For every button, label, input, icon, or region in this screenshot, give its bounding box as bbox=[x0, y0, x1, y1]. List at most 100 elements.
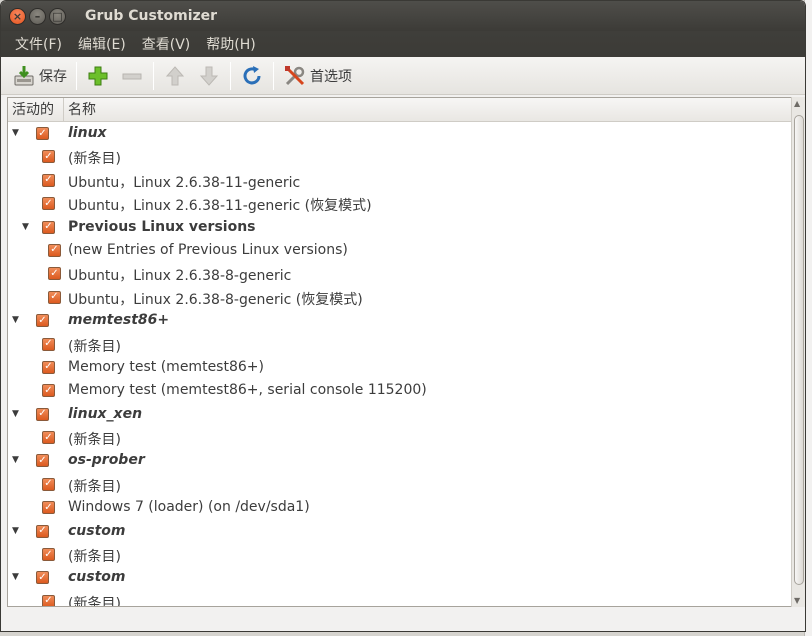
menu-view[interactable]: 查看(V) bbox=[134, 34, 199, 54]
active-checkbox[interactable]: ✓ bbox=[42, 220, 55, 234]
toolbar-separator bbox=[273, 61, 274, 90]
expander-arrow-icon[interactable]: ▼ bbox=[12, 526, 19, 536]
active-checkbox[interactable]: ✓ bbox=[42, 548, 55, 562]
entry-name: (新条目) bbox=[68, 595, 121, 607]
tree-row-script[interactable]: ▼ ✓ os-prober bbox=[8, 449, 792, 472]
expander-arrow-icon[interactable]: ▼ bbox=[12, 315, 19, 325]
entry-name: linux bbox=[68, 125, 107, 141]
menu-edit[interactable]: 编辑(E) bbox=[70, 34, 134, 54]
tree-row-entry[interactable]: ✓ Ubuntu，Linux 2.6.38-11-generic bbox=[8, 169, 792, 192]
entry-name: custom bbox=[68, 522, 126, 539]
tree-row-script[interactable]: ▼ ✓ linux_xen bbox=[8, 403, 792, 426]
add-icon bbox=[88, 66, 108, 85]
grub-customizer-window: × – □ Grub Customizer 文件(F) 编辑(E) 查看(V) … bbox=[0, 0, 806, 632]
toolbar: 保存 首选项 bbox=[1, 57, 805, 95]
entry-name: (new Entries of Previous Linux versions) bbox=[68, 241, 348, 258]
up-icon bbox=[165, 65, 185, 85]
title-bar: × – □ Grub Customizer bbox=[1, 1, 805, 31]
tree-header: 活动的 名称 bbox=[8, 98, 792, 122]
active-checkbox[interactable]: ✓ bbox=[36, 524, 49, 538]
tree-row-entry[interactable]: ✓ (新条目) bbox=[8, 590, 792, 607]
preferences-button[interactable]: 首选项 bbox=[278, 60, 357, 92]
active-checkbox[interactable]: ✓ bbox=[42, 360, 55, 374]
expander-arrow-icon[interactable]: ▼ bbox=[12, 128, 19, 138]
down-icon bbox=[199, 66, 219, 86]
refresh-button[interactable] bbox=[235, 60, 269, 92]
vertical-scrollbar[interactable]: ▲ ▼ bbox=[791, 97, 805, 607]
tree-row-entry[interactable]: ✓ Memory test (memtest86+) bbox=[8, 356, 792, 379]
menu-file[interactable]: 文件(F) bbox=[7, 34, 70, 54]
scroll-thumb[interactable] bbox=[794, 115, 804, 585]
scroll-up-icon[interactable]: ▲ bbox=[794, 99, 800, 108]
status-bar bbox=[1, 607, 805, 631]
tree-row-entry[interactable]: ✓ (新条目) bbox=[8, 426, 792, 449]
tree-row-entry[interactable]: ✓ Ubuntu，Linux 2.6.38-8-generic bbox=[8, 262, 792, 285]
expander-arrow-icon[interactable]: ▼ bbox=[12, 572, 19, 582]
active-checkbox[interactable]: ✓ bbox=[42, 150, 55, 164]
toolbar-separator bbox=[76, 61, 77, 90]
active-checkbox[interactable]: ✓ bbox=[36, 127, 49, 140]
entry-name: memtest86+ bbox=[68, 312, 170, 329]
entry-name: (新条目) bbox=[68, 338, 121, 355]
tree-row-submenu[interactable]: ▼ ✓ Previous Linux versions bbox=[8, 216, 792, 239]
active-checkbox[interactable]: ✓ bbox=[42, 501, 55, 515]
active-checkbox[interactable]: ✓ bbox=[36, 454, 49, 468]
add-button[interactable] bbox=[81, 60, 115, 92]
tree-row-script[interactable]: ▼ ✓ memtest86+ bbox=[8, 309, 792, 332]
active-checkbox[interactable]: ✓ bbox=[36, 407, 49, 421]
close-button[interactable]: × bbox=[9, 7, 26, 25]
active-checkbox[interactable]: ✓ bbox=[42, 477, 55, 491]
active-checkbox[interactable]: ✓ bbox=[48, 267, 61, 281]
entry-name: (新条目) bbox=[68, 549, 121, 566]
tree-row-script[interactable]: ▼ ✓ custom bbox=[8, 566, 792, 589]
entry-tree-view[interactable]: 活动的 名称 ▼ ✓ linux ✓ (新条目) ✓ Ubuntu，Linux 2.6.38… bbox=[7, 97, 793, 607]
entry-name: custom bbox=[68, 569, 126, 586]
toolbar-separator bbox=[230, 61, 231, 90]
column-header-active[interactable]: 活动的 bbox=[8, 98, 64, 121]
tree-row-entry[interactable]: ✓ (新条目) bbox=[8, 145, 792, 168]
tree-row-script[interactable]: ▼ ✓ custom bbox=[8, 520, 792, 543]
menu-bar: 文件(F) 编辑(E) 查看(V) 帮助(H) bbox=[1, 31, 805, 57]
entry-name: Ubuntu，Linux 2.6.38-11-generic bbox=[68, 174, 301, 191]
move-up-button[interactable] bbox=[158, 60, 192, 92]
active-checkbox[interactable]: ✓ bbox=[42, 594, 55, 606]
entry-name: Ubuntu，Linux 2.6.38-8-generic bbox=[68, 268, 292, 285]
preferences-label: 首选项 bbox=[310, 68, 352, 85]
tree-row-entry[interactable]: ✓ (新条目) bbox=[8, 333, 792, 356]
remove-button[interactable] bbox=[115, 60, 149, 92]
tree-row-entry[interactable]: ✓ (新条目) bbox=[8, 473, 792, 496]
toolbar-separator bbox=[153, 61, 154, 90]
entry-name: linux_xen bbox=[68, 405, 143, 422]
active-checkbox[interactable]: ✓ bbox=[36, 571, 49, 585]
scroll-down-icon[interactable]: ▼ bbox=[794, 596, 800, 605]
tree-row-entry[interactable]: ✓ Windows 7 (loader) (on /dev/sda1) bbox=[8, 496, 792, 519]
tree-row-entry[interactable]: ✓ Ubuntu，Linux 2.6.38-8-generic (恢复模式) bbox=[8, 286, 792, 309]
entry-name: Memory test (memtest86+, serial console … bbox=[68, 382, 427, 399]
active-checkbox[interactable]: ✓ bbox=[36, 314, 49, 328]
active-checkbox[interactable]: ✓ bbox=[42, 337, 55, 351]
tree-row-entry[interactable]: ✓ Memory test (memtest86+, serial console… bbox=[8, 379, 792, 402]
column-header-name[interactable]: 名称 bbox=[64, 98, 792, 121]
tree-row-entry[interactable]: ✓ Ubuntu，Linux 2.6.38-11-generic (恢复模式) bbox=[8, 192, 792, 215]
active-checkbox[interactable]: ✓ bbox=[42, 384, 55, 398]
expander-arrow-icon[interactable]: ▼ bbox=[12, 455, 19, 465]
tree-row-script[interactable]: ▼ ✓ linux bbox=[8, 122, 792, 145]
minimize-button[interactable]: – bbox=[29, 7, 46, 25]
save-button[interactable]: 保存 bbox=[7, 60, 72, 92]
menu-help[interactable]: 帮助(H) bbox=[198, 34, 263, 54]
save-label: 保存 bbox=[39, 68, 67, 85]
active-checkbox[interactable]: ✓ bbox=[48, 243, 61, 257]
active-checkbox[interactable]: ✓ bbox=[42, 197, 55, 211]
expander-arrow-icon[interactable]: ▼ bbox=[12, 409, 19, 419]
entry-name: (新条目) bbox=[68, 432, 121, 449]
maximize-button[interactable]: □ bbox=[49, 7, 66, 25]
move-down-button[interactable] bbox=[192, 60, 226, 92]
refresh-icon bbox=[243, 65, 261, 84]
active-checkbox[interactable]: ✓ bbox=[42, 173, 55, 187]
expander-arrow-icon[interactable]: ▼ bbox=[22, 222, 29, 232]
tree-row-entry[interactable]: ✓ (新条目) bbox=[8, 543, 792, 566]
remove-icon bbox=[122, 73, 142, 79]
active-checkbox[interactable]: ✓ bbox=[48, 290, 61, 304]
tree-row-entry[interactable]: ✓ (new Entries of Previous Linux versions… bbox=[8, 239, 792, 262]
active-checkbox[interactable]: ✓ bbox=[42, 431, 55, 445]
